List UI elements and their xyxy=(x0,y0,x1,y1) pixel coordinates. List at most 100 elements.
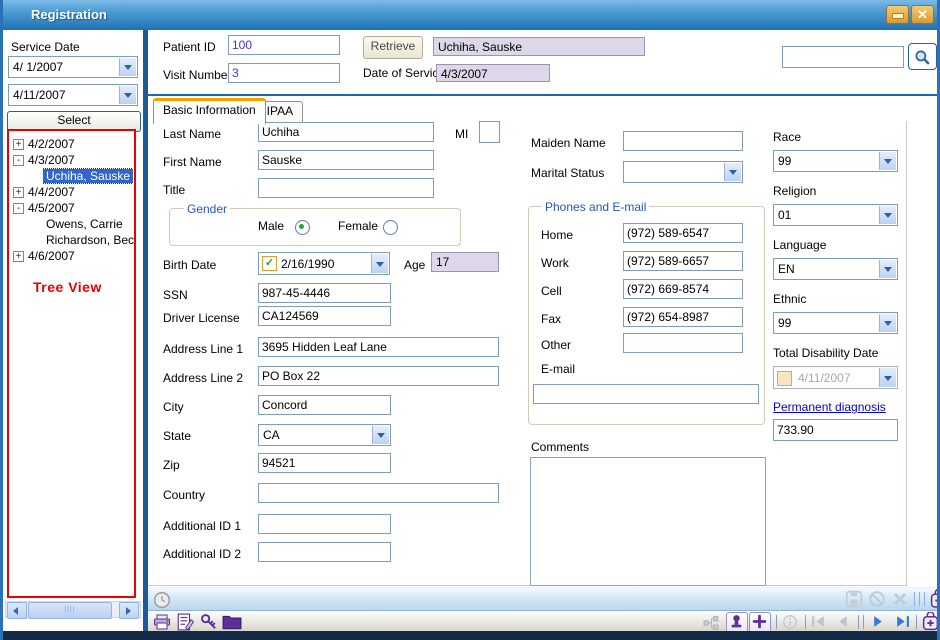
search-input[interactable] xyxy=(782,46,904,68)
male-radio[interactable] xyxy=(295,220,310,235)
scroll-right-button[interactable] xyxy=(119,602,139,619)
close-record-icon[interactable] xyxy=(891,590,909,608)
other-phone-input[interactable] xyxy=(623,333,743,353)
info-icon[interactable] xyxy=(782,614,798,630)
tab-basic-information[interactable]: Basic Information xyxy=(153,98,266,124)
save-icon[interactable] xyxy=(845,590,863,608)
additional-id2-input[interactable] xyxy=(258,542,391,562)
fax-input[interactable] xyxy=(623,307,743,327)
tree-node-date[interactable]: +4/2/2007 xyxy=(13,136,75,152)
driver-license-input[interactable] xyxy=(258,306,391,326)
combo-dropdown-button[interactable] xyxy=(879,152,896,170)
tree-node-date[interactable]: -4/5/2007 xyxy=(13,200,75,216)
folder-icon[interactable] xyxy=(222,613,242,631)
scroll-left-button[interactable] xyxy=(7,602,27,619)
combo-dropdown-button[interactable] xyxy=(372,426,389,444)
combo-dropdown-button[interactable] xyxy=(724,163,741,181)
nav-next-icon[interactable] xyxy=(871,615,886,628)
service-date-from-combo[interactable]: 4/ 1/2007 xyxy=(8,56,138,78)
minimize-button[interactable] xyxy=(886,5,909,24)
expand-icon[interactable]: + xyxy=(13,251,24,262)
comments-textarea[interactable] xyxy=(530,457,766,586)
ssn-input[interactable] xyxy=(258,283,391,303)
nav-first-icon[interactable] xyxy=(811,615,826,628)
marital-status-combo[interactable] xyxy=(623,161,743,183)
expand-icon[interactable]: + xyxy=(13,187,24,198)
combo-dropdown-button[interactable] xyxy=(879,368,896,387)
date-of-service-display: 4/3/2007 xyxy=(436,64,550,82)
minimize-icon xyxy=(892,13,904,19)
tree-node-date[interactable]: -4/3/2007 xyxy=(13,152,75,168)
add-button[interactable] xyxy=(749,612,771,633)
stamp-button[interactable] xyxy=(726,612,748,633)
permanent-diagnosis-link[interactable]: Permanent diagnosis xyxy=(773,400,886,414)
combo-dropdown-button[interactable] xyxy=(371,254,388,273)
report-icon[interactable] xyxy=(176,613,194,631)
visit-number-input[interactable] xyxy=(228,63,340,83)
last-name-input[interactable] xyxy=(258,122,434,142)
add-icon xyxy=(752,614,767,629)
zip-input[interactable] xyxy=(258,453,391,473)
fax-label: Fax xyxy=(541,312,561,326)
work-phone-input[interactable] xyxy=(623,251,743,271)
first-name-input[interactable] xyxy=(258,150,434,170)
female-radio[interactable] xyxy=(383,220,398,235)
age-display: 17 xyxy=(431,252,499,272)
tree-node-date[interactable]: +4/6/2007 xyxy=(13,248,75,264)
combo-dropdown-button[interactable] xyxy=(879,314,896,332)
additional-id2-label: Additional ID 2 xyxy=(163,547,241,561)
nav-last-icon[interactable] xyxy=(895,615,910,628)
race-combo[interactable]: 99 xyxy=(773,150,898,172)
search-button[interactable] xyxy=(908,43,937,70)
network-icon[interactable] xyxy=(703,614,720,632)
close-button[interactable]: ✕ xyxy=(911,5,934,24)
retrieve-button[interactable]: Retrieve xyxy=(363,36,423,59)
combo-dropdown-button[interactable] xyxy=(879,206,896,224)
scroll-left-icon xyxy=(13,607,18,615)
collapse-icon[interactable]: - xyxy=(13,155,24,166)
keys-icon[interactable] xyxy=(200,613,218,631)
diagnosis-code-input[interactable] xyxy=(773,419,898,441)
birth-date-picker[interactable]: ✓ 2/16/1990 xyxy=(258,252,390,275)
cancel-icon[interactable] xyxy=(868,590,886,608)
home-phone-input[interactable] xyxy=(623,223,743,243)
service-date-to-combo[interactable]: 4/11/2007 xyxy=(8,84,138,106)
tree-node-date[interactable]: +4/4/2007 xyxy=(13,184,75,200)
tree-horizontal-scrollbar[interactable]: |||| xyxy=(5,601,141,618)
total-disability-checkbox[interactable] xyxy=(777,371,792,386)
ethnic-combo[interactable]: 99 xyxy=(773,312,898,334)
expand-icon[interactable]: + xyxy=(13,139,24,150)
combo-dropdown-button[interactable] xyxy=(119,86,136,104)
title-input[interactable] xyxy=(258,178,434,198)
collapse-icon[interactable]: - xyxy=(13,203,24,214)
state-combo[interactable]: CA xyxy=(258,424,391,446)
country-input[interactable] xyxy=(258,483,499,503)
printer-icon[interactable] xyxy=(153,613,171,631)
language-combo[interactable]: EN xyxy=(773,258,898,280)
birth-date-checkbox[interactable]: ✓ xyxy=(262,256,277,271)
gender-group-label: Gender xyxy=(184,202,230,216)
patient-id-input[interactable] xyxy=(228,35,340,55)
maiden-name-input[interactable] xyxy=(623,131,743,151)
tree-node-patient[interactable]: Richardson, Beck xyxy=(46,232,134,248)
address1-input[interactable] xyxy=(258,337,499,357)
first-name-label: First Name xyxy=(163,155,222,169)
toolbar-separator xyxy=(916,615,917,629)
address2-input[interactable] xyxy=(258,366,499,386)
tree-node-patient[interactable]: Owens, Carrie xyxy=(46,216,123,232)
email-input[interactable] xyxy=(533,384,759,404)
combo-dropdown-button[interactable] xyxy=(119,58,136,76)
religion-combo[interactable]: 01 xyxy=(773,204,898,226)
tree-view-annotation: Tree View xyxy=(33,279,102,295)
mi-input[interactable] xyxy=(479,121,500,143)
additional-id1-input[interactable] xyxy=(258,514,391,534)
add-record-icon[interactable] xyxy=(922,612,939,631)
add-record-icon[interactable] xyxy=(930,589,940,609)
nav-prev-icon[interactable] xyxy=(835,615,850,628)
cell-phone-input[interactable] xyxy=(623,279,743,299)
total-disability-date-picker[interactable]: 4/11/2007 xyxy=(773,366,898,389)
city-input[interactable] xyxy=(258,395,391,415)
scrollbar-thumb[interactable]: |||| xyxy=(28,602,112,619)
combo-dropdown-button[interactable] xyxy=(879,260,896,278)
tree-node-patient-selected[interactable]: Uchiha, Sauske xyxy=(43,168,133,184)
